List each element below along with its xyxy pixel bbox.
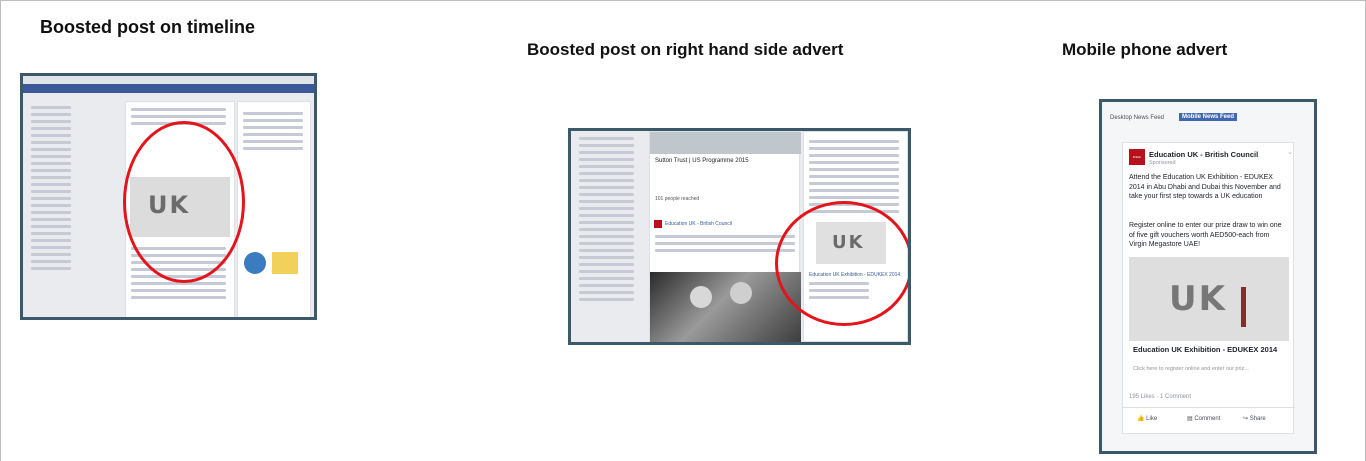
heading-right-side: Boosted post on right hand side advert <box>527 40 844 59</box>
like-label: Like <box>1146 416 1158 422</box>
link-description: Click here to register online and enter … <box>1133 366 1249 372</box>
share-label: Share <box>1249 416 1266 422</box>
chevron-down-icon[interactable]: ⌄ <box>1287 148 1293 156</box>
person-figure <box>1241 287 1246 327</box>
cover-image <box>650 132 801 154</box>
highlight-circle <box>775 201 908 326</box>
comment-icon: ▤ <box>1187 416 1193 422</box>
left-nav <box>31 106 71 274</box>
browser-bar <box>23 76 314 84</box>
uk-logo-icon: UK <box>1169 279 1227 319</box>
like-button[interactable]: 👍 Like <box>1137 415 1157 422</box>
highlight-circle <box>123 121 245 283</box>
link-title[interactable]: Education UK Exhibition - EDUKEX 2014 <box>1133 345 1285 354</box>
mobile-screenshot: Desktop News Feed Mobile News Feed Briti… <box>1099 99 1317 454</box>
ad-image[interactable]: UK <box>1129 257 1289 341</box>
ad-body-1: Attend the Education UK Exhibition - EDU… <box>1129 174 1281 200</box>
share-button[interactable]: ↪ Share <box>1243 415 1266 422</box>
sponsored-label: Sponsored <box>1149 160 1176 166</box>
globe-icon <box>244 252 266 274</box>
heading-timeline: Boosted post on timeline <box>40 17 256 37</box>
right-column <box>237 101 311 317</box>
thumb-up-icon: 👍 <box>1137 416 1145 422</box>
facebook-topbar <box>23 84 314 93</box>
right-side-screenshot: Sutton Trust | US Programme 2015 101 peo… <box>568 128 911 345</box>
tab-mobile-news-feed[interactable]: Mobile News Feed <box>1179 113 1238 121</box>
left-nav <box>579 137 634 305</box>
comment-button[interactable]: ▤ Comment <box>1187 415 1220 422</box>
ad-body-2: Register online to enter our prize draw … <box>1129 222 1282 248</box>
timeline-screenshot: UK <box>20 73 317 320</box>
comment-label: Comment <box>1194 416 1221 422</box>
feed-column: Sutton Trust | US Programme 2015 101 peo… <box>649 131 801 342</box>
post-title: Sutton Trust | US Programme 2015 <box>655 158 749 164</box>
brand-badge: British Council <box>1129 149 1145 165</box>
brand-badge-icon <box>654 220 662 228</box>
engagement-stats[interactable]: 195 Likes · 1 Comment <box>1129 394 1191 400</box>
share-icon: ↪ <box>1243 416 1249 422</box>
tab-desktop-news-feed[interactable]: Desktop News Feed <box>1110 115 1164 121</box>
page-name[interactable]: Education UK - British Council <box>1149 150 1258 159</box>
heading-mobile: Mobile phone advert <box>1062 40 1228 59</box>
post-author: Education UK - British Council <box>665 221 732 227</box>
ad-thumbnail <box>272 252 298 274</box>
divider <box>1123 407 1295 408</box>
people-reached: 101 people reached <box>655 196 700 202</box>
mobile-ad-card: British Council Education UK - British C… <box>1122 142 1295 434</box>
